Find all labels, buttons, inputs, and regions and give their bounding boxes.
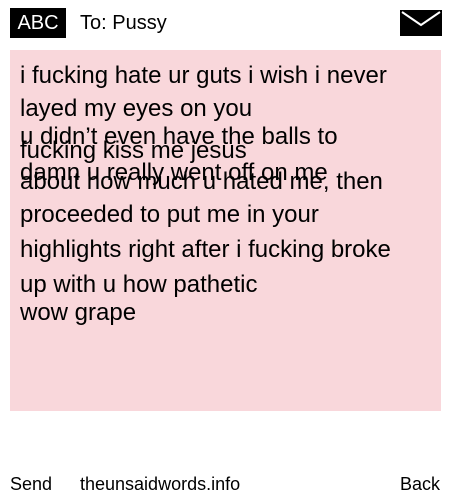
message-line: highlights right after i fucking broke [20,236,391,263]
message-header: ABC To: Pussy [0,0,450,46]
website-label: theunsaidwords.info [80,474,241,494]
send-button[interactable]: Send [10,472,52,496]
message-line: proceeded to put me in your [20,201,319,228]
message-line: about how much u hated me, then [20,168,383,195]
back-button[interactable]: Back [400,472,440,496]
input-mode-badge[interactable]: ABC [10,8,66,38]
message-line: wow grape [20,299,137,326]
message-line: up with u how pathetic [20,271,258,298]
message-line: i fucking hate ur guts i wish i never [20,62,387,89]
recipient-label: To: Pussy [80,12,167,34]
envelope-icon[interactable] [400,10,442,36]
message-screen: ABC To: Pussy i fucking hate ur guts i w… [0,0,450,500]
message-body[interactable]: i fucking hate ur guts i wish i never la… [10,50,441,411]
message-line: layed my eyes on you [20,95,253,122]
